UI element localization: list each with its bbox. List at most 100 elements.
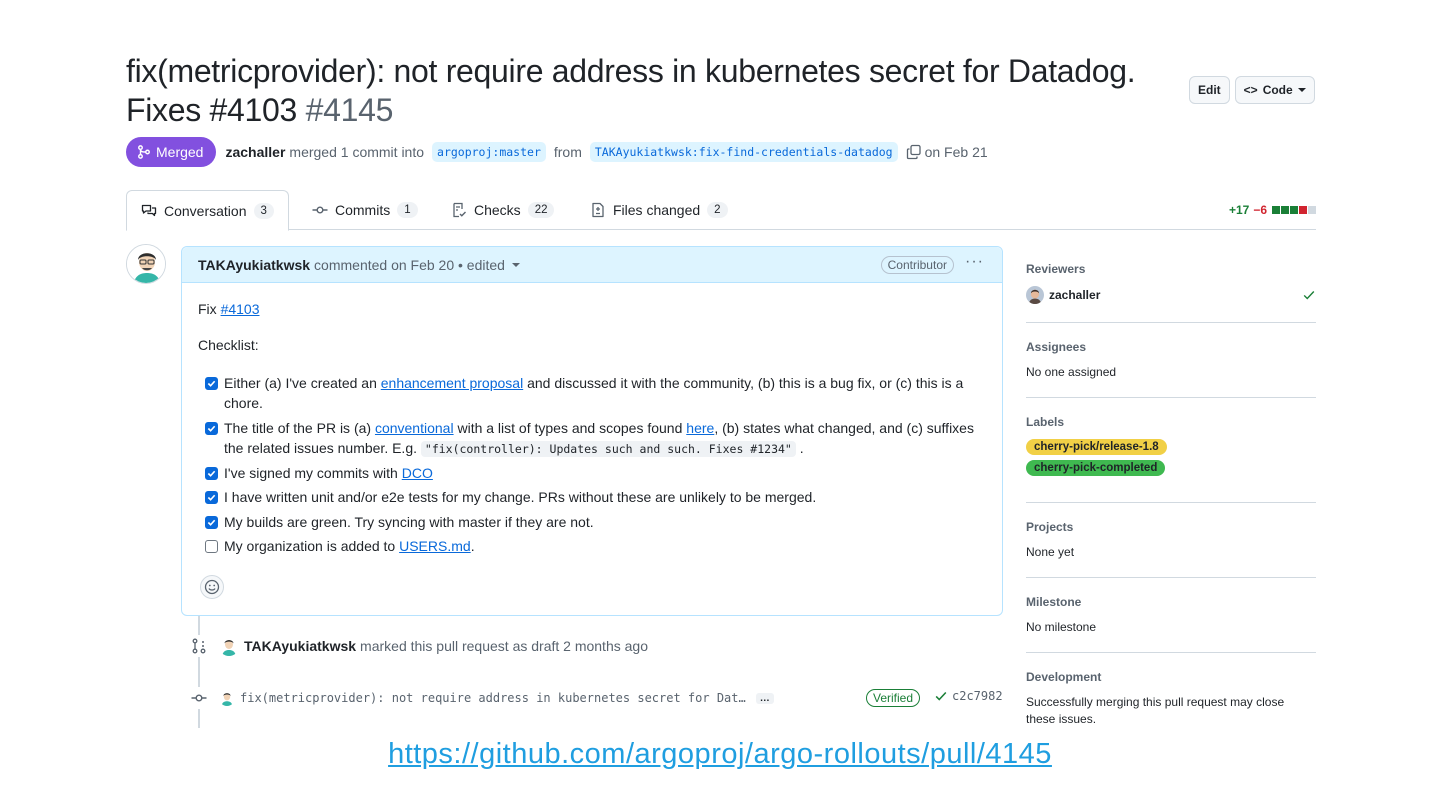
comment-action[interactable]: commented on Feb 20 • edited [314,257,505,273]
task-checkbox-checked[interactable] [205,491,218,504]
projects-section: Projects None yet [1026,520,1316,561]
commit-author-avatar[interactable] [219,690,235,706]
head-branch[interactable]: TAKAyukiatkwsk:fix-find-credentials-data… [589,142,898,162]
sidebar-divider [1026,502,1316,503]
checklist-heading: Checklist: [198,337,259,353]
tab-files-changed-count: 2 [707,202,728,218]
commit-sha-link[interactable]: c2c7982 [952,689,1003,703]
task-item: I have written unit and/or e2e tests for… [205,487,980,507]
pr-title-block: fix(metricprovider): not require address… [126,52,1186,130]
edit-history-dropdown-icon[interactable] [511,262,520,267]
assignees-heading[interactable]: Assignees [1026,340,1316,354]
sidebar-divider [1026,322,1316,323]
reviewer-name[interactable]: zachaller [1049,288,1100,302]
projects-heading[interactable]: Projects [1026,520,1316,534]
diffstat-deletions: −6 [1253,203,1267,217]
commit-sha-block: c2c7982 [934,689,1003,703]
enhancement-proposal-link[interactable]: enhancement proposal [381,375,523,391]
label-pill[interactable]: cherry-pick/release-1.8 [1026,439,1167,455]
kebab-menu-icon[interactable]: ··· [965,253,984,271]
task-item: My builds are green. Try syncing with ma… [205,512,980,532]
users-md-link[interactable]: USERS.md [399,538,471,554]
here-link[interactable]: here [686,420,714,436]
task-checkbox-checked[interactable] [205,516,218,529]
tab-commits[interactable]: Commits 1 [298,190,432,230]
smiley-icon [204,579,220,595]
sidebar-divider [1026,577,1316,578]
development-heading[interactable]: Development [1026,670,1316,684]
approved-check-icon [1303,291,1315,300]
timeline-draft-event: TAKAyukiatkwsk marked this pull request … [188,635,648,657]
commit-icon [312,206,328,214]
code-icon: <> [1243,83,1258,97]
footer-url-link[interactable]: https://github.com/argoproj/argo-rollout… [0,738,1440,771]
task-item: The title of the PR is (a) conventional … [205,418,980,459]
issue-link[interactable]: #4103 [221,301,260,317]
tab-checks-label: Checks [474,202,521,218]
draft-user-avatar[interactable] [219,636,239,656]
comment-author[interactable]: TAKAyukiatkwsk [198,257,310,273]
label-pill[interactable]: cherry-pick-completed [1026,460,1166,476]
labels-heading[interactable]: Labels [1026,415,1316,429]
verified-badge[interactable]: Verified [866,689,921,707]
diffstat-bars [1271,203,1316,217]
task-item: My organization is added to USERS.md. [205,536,980,556]
tab-checks-count: 22 [527,202,555,218]
timeline-line [198,616,200,728]
diffstat-square [1290,206,1298,214]
merger-user-link[interactable]: zachaller [225,144,285,160]
tab-checks[interactable]: Checks 22 [437,190,568,230]
dco-link[interactable]: DCO [402,465,433,481]
pr-description-comment: TAKAyukiatkwsk commented on Feb 20 • edi… [181,246,1003,616]
merged-status-badge: Merged [126,137,217,167]
fix-prefix: Fix [198,301,217,317]
tab-files-changed-label: Files changed [613,202,701,218]
task-checkbox-checked[interactable] [205,422,218,435]
diffstat-additions: +17 [1228,203,1250,217]
assignees-section: Assignees No one assigned [1026,340,1316,381]
example-code: "fix(controller): Updates such and such.… [420,441,796,457]
commit-icon [188,687,210,709]
development-section: Development Successfully merging this pu… [1026,670,1316,728]
contributor-badge: Contributor [880,256,954,274]
task-checkbox-checked[interactable] [205,467,218,480]
chevron-down-icon [1297,88,1306,92]
milestone-section: Milestone No milestone [1026,595,1316,636]
reviewer-avatar[interactable] [1026,286,1044,304]
task-item: I've signed my commits with DCO [205,463,980,483]
pr-title: fix(metricprovider): not require address… [126,52,1186,130]
conventional-link[interactable]: conventional [375,420,454,436]
check-icon [935,691,947,701]
tab-conversation[interactable]: Conversation 3 [126,190,289,231]
commit-expand-button[interactable]: … [755,692,774,704]
draft-user-link[interactable]: TAKAyukiatkwsk [244,638,356,654]
task-text: My builds are green. Try syncing with ma… [224,514,594,530]
code-button[interactable]: <> Code [1234,76,1315,104]
fix-line: Fix #4103 [198,299,260,319]
commit-message-link[interactable]: fix(metricprovider): not require address… [240,691,746,705]
diffstat: +17 −6 [1229,203,1316,217]
sidebar-divider [1026,652,1316,653]
base-branch[interactable]: argoproj:master [432,142,546,162]
comment-header: TAKAyukiatkwsk commented on Feb 20 • edi… [182,247,1002,283]
task-checkbox-checked[interactable] [205,377,218,390]
merge-action-text: merged 1 commit into [289,144,425,160]
tab-files-changed[interactable]: Files changed 2 [576,190,742,230]
add-reaction-button[interactable] [200,575,224,599]
edit-button[interactable]: Edit [1189,76,1230,104]
merge-icon [138,145,150,159]
task-checkbox-unchecked[interactable] [205,540,218,553]
comment-author-avatar[interactable] [126,244,166,284]
git-pull-request-draft-icon [188,635,210,657]
diffstat-square [1308,206,1316,214]
merge-date: on Feb 21 [924,144,988,160]
pr-number: #4145 [305,92,394,128]
diffstat-square [1272,206,1280,214]
pr-tabs: Conversation 3 Commits 1 Checks 22 Files… [126,190,1316,231]
tab-commits-count: 1 [397,202,418,218]
reviewers-heading[interactable]: Reviewers [1026,262,1316,276]
copy-icon[interactable] [906,144,922,160]
task-text: The title of the PR is (a) conventional … [224,420,974,457]
milestone-heading[interactable]: Milestone [1026,595,1316,609]
task-text: My organization is added to USERS.md. [224,538,475,554]
